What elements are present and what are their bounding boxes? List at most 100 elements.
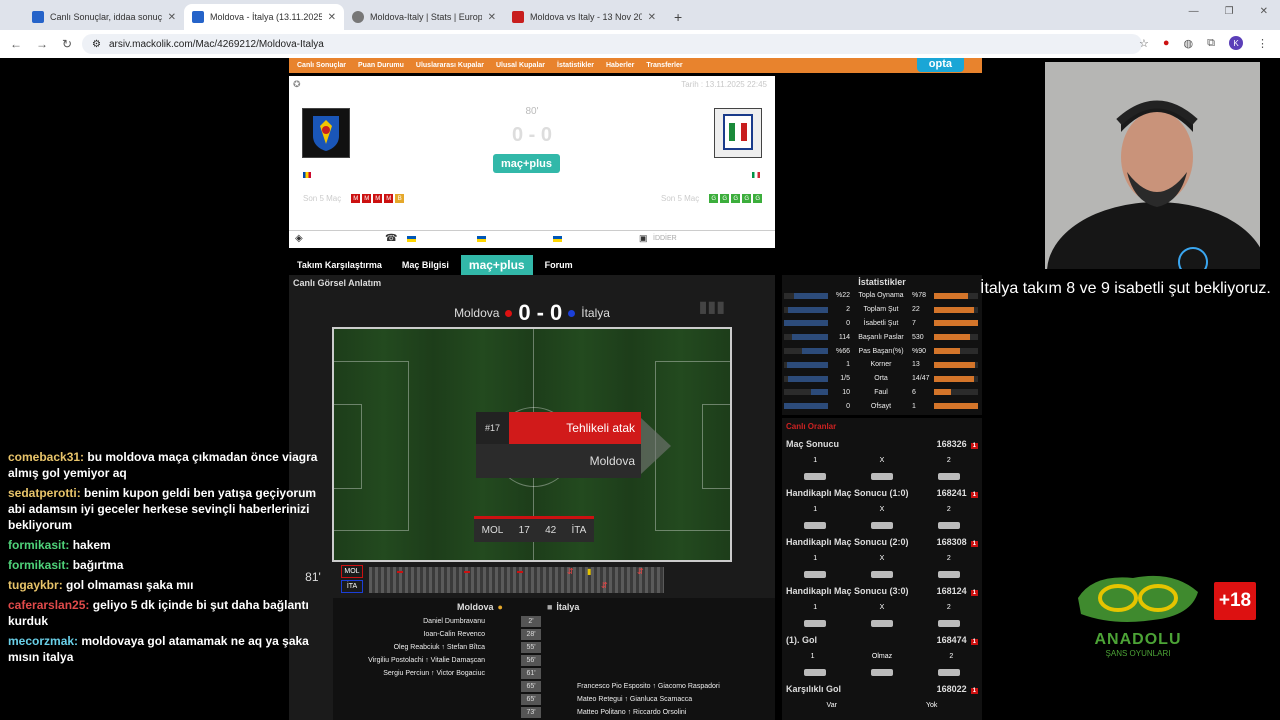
nav-transferler[interactable]: Transferler — [646, 62, 682, 69]
nav-ulusal-kupalar[interactable]: Ulusal Kupalar — [496, 62, 545, 69]
tab-takim-karsilastirma[interactable]: Takım Karşılaştırma — [289, 255, 390, 275]
stat-away-value: 13 — [912, 361, 920, 369]
tab-mac-bilgisi[interactable]: Maç Bilgisi — [394, 255, 457, 275]
site-info-icon[interactable]: ⚙ — [92, 39, 101, 50]
extensions-puzzle-icon[interactable]: ⧉ — [1207, 37, 1215, 50]
odds-market-name: Handikaplı Maç Sonucu (3:0) — [786, 586, 909, 596]
close-tab-icon[interactable]: ✕ — [648, 12, 656, 23]
settings-icon[interactable]: ✪ — [293, 79, 301, 90]
chat-username[interactable]: caferarslan25 — [8, 598, 85, 612]
odds-value-button[interactable] — [937, 669, 960, 676]
chat-message: tugaykbr: gol olmaması şaka mıı — [8, 578, 194, 592]
opera-extension-icon[interactable]: ● — [1163, 37, 1170, 49]
odds-badge: 1 — [970, 443, 978, 449]
forward-icon[interactable]: → — [36, 37, 48, 51]
close-window-icon[interactable]: ✕ — [1260, 6, 1268, 17]
tv-icon[interactable]: ▣ — [639, 233, 648, 244]
odds-value-button[interactable] — [870, 669, 893, 676]
form-result: G — [709, 194, 719, 203]
chat-username[interactable]: comeback31 — [8, 450, 80, 464]
stat-away-bar — [934, 389, 978, 396]
odds-market-name: Karşılıklı Gol — [786, 684, 842, 694]
stream-chat: comeback31: bu moldova maça çıkmadan önc… — [0, 447, 340, 720]
minimize-icon[interactable]: — — [1189, 6, 1199, 17]
odds-badge: 1 — [970, 590, 978, 596]
odds-value-button[interactable] — [804, 620, 827, 627]
macplus-button[interactable]: maç+plus — [493, 154, 560, 173]
nav-uluslararasi-kupalar[interactable]: Uluslararası Kupalar — [416, 62, 484, 69]
chat-text: bağırtma — [72, 558, 124, 572]
odds-outcome-label: X — [879, 456, 885, 464]
attack-count-bar: MOL 17 42 İTA — [474, 516, 594, 542]
odds-value-button[interactable] — [937, 473, 960, 480]
nav-haberler[interactable]: Haberler — [606, 62, 634, 69]
odds-value-button[interactable] — [870, 473, 893, 480]
chat-username[interactable]: formikasit — [8, 538, 65, 552]
profile-avatar[interactable]: K — [1229, 36, 1243, 50]
home-team-name: Moldova — [454, 306, 500, 320]
nav-canli-sonuclar[interactable]: Canlı Sonuçlar — [297, 62, 346, 69]
pitch-icon[interactable]: ◈ — [295, 233, 303, 244]
form-result: B — [395, 194, 405, 203]
odds-market-name: Maç Sonucu — [786, 439, 840, 449]
chat-username[interactable]: sedatperotti — [8, 486, 77, 500]
stat-away-value: %90 — [912, 347, 927, 355]
browser-tab-2[interactable]: Moldova - İtalya (13.11.2025) M✕ — [184, 4, 344, 30]
browser-tab-4[interactable]: Moldova vs Italy - 13 Nov 2025 ✕ — [504, 4, 664, 30]
match-timeline: 81' MOL İTA ⇵ ▮ ⇵ ⇵ — [305, 565, 731, 595]
browser-tab-1[interactable]: Canlı Sonuçlar, iddaa sonuçları✕ — [24, 4, 184, 30]
odds-outcome-label: 1 — [813, 505, 818, 513]
close-tab-icon[interactable]: ✕ — [328, 12, 336, 23]
odds-value-button[interactable] — [804, 473, 827, 480]
nav-puan-durumu[interactable]: Puan Durumu — [358, 62, 404, 69]
extension-icon[interactable]: ◍ — [1184, 37, 1194, 50]
stat-name: Topla Oynama — [858, 292, 904, 300]
chat-text: gol olmaması şaka mıı — [66, 578, 194, 592]
odds-value-button[interactable] — [937, 522, 960, 529]
odds-value-button[interactable] — [804, 571, 827, 578]
nav-istatistikler[interactable]: İstatistikler — [557, 62, 594, 69]
tab-forum[interactable]: Forum — [537, 255, 581, 275]
bookmark-star-icon[interactable]: ☆ — [1139, 37, 1149, 50]
browser-tab-3[interactable]: Moldova-Italy | Stats | European✕ — [344, 4, 504, 30]
match-score: 0 - 0 — [511, 124, 553, 146]
back-icon[interactable]: ← — [10, 37, 22, 51]
odds-market-code: 168022 — [936, 684, 967, 694]
odds-value-button[interactable] — [937, 571, 960, 578]
chat-username[interactable]: tugaykbr — [8, 578, 59, 592]
odds-market-code: 168241 — [936, 488, 967, 498]
odds-outcome-label: 1 — [813, 554, 818, 562]
maximize-icon[interactable]: ❐ — [1225, 6, 1234, 17]
odds-value-button[interactable] — [870, 571, 893, 578]
menu-kebab-icon[interactable]: ⋮ — [1257, 37, 1268, 50]
odds-value-button[interactable] — [870, 522, 893, 529]
close-tab-icon[interactable]: ✕ — [488, 12, 496, 23]
odds-value-button[interactable] — [937, 620, 960, 627]
stat-home-bar — [784, 361, 828, 368]
close-tab-icon[interactable]: ✕ — [168, 12, 176, 23]
tab-macplus[interactable]: maç+plus — [460, 255, 533, 275]
chat-username[interactable]: formikasit — [8, 558, 65, 572]
chat-username[interactable]: mecorzmak — [8, 634, 74, 648]
new-tab-icon[interactable]: + — [664, 9, 692, 30]
stat-away-value: 22 — [912, 306, 920, 314]
stream-caption: İtalya takım 8 ve 9 isabetli şut bekliyo… — [980, 280, 1271, 297]
odds-value-button[interactable] — [870, 620, 893, 627]
event-row: Oleg Reabciuk ↑ Stefan Bîtca 55' — [333, 641, 775, 654]
whistle-icon[interactable]: ☎ — [385, 233, 397, 244]
site-nav: Canlı Sonuçlar Puan Durumu Uluslararası … — [289, 58, 982, 73]
odds-value-button[interactable] — [804, 522, 827, 529]
italy-flag-icon — [752, 172, 760, 178]
stat-away-bar — [934, 306, 978, 313]
timeline-track[interactable]: ⇵ ▮ ⇵ ⇵ — [369, 567, 664, 593]
url-field[interactable]: ⚙ arsiv.mackolik.com/Mac/4269212/Moldova… — [82, 34, 1142, 54]
italy-crest-icon: ■ — [546, 601, 553, 612]
event-row: Daniel Dumbravanu 2' — [333, 615, 775, 628]
odds-value-button[interactable] — [804, 669, 827, 676]
form-result: M — [351, 194, 361, 203]
stat-away-bar — [934, 361, 978, 368]
reload-icon[interactable]: ↻ — [62, 37, 72, 51]
odds-title: Canlı Oranlar — [786, 422, 837, 431]
stats-bars-icon[interactable]: ▮▮▮ — [699, 297, 725, 317]
italy-crest-icon[interactable] — [714, 108, 762, 158]
